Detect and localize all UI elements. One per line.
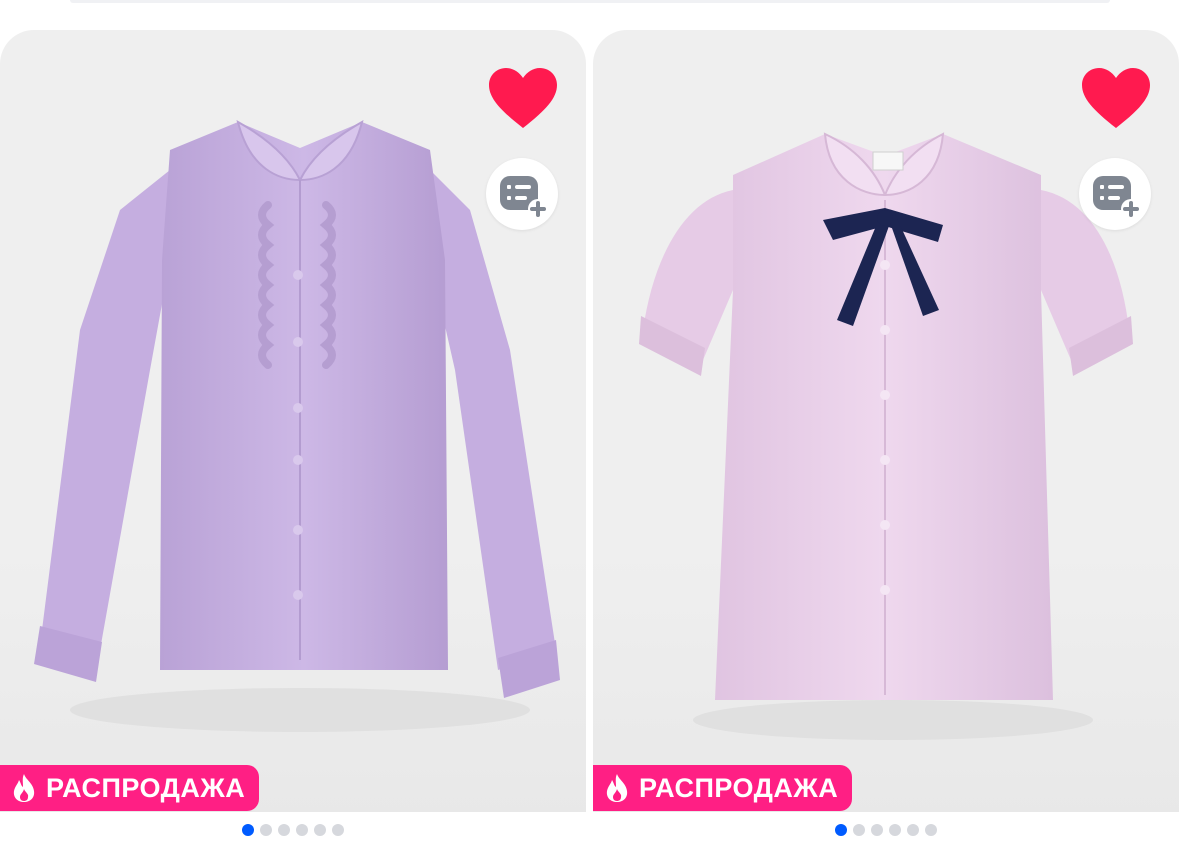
- gallery-dot[interactable]: [332, 824, 344, 836]
- top-divider: [70, 0, 1110, 3]
- gallery-dot[interactable]: [925, 824, 937, 836]
- heart-icon: [489, 68, 557, 128]
- shirt-image-long-sleeve: [34, 119, 560, 732]
- gallery-dot[interactable]: [296, 824, 308, 836]
- sale-label: РАСПРОДАЖА: [46, 773, 246, 803]
- product-card-2[interactable]: РАСПРОДАЖА: [593, 30, 1179, 849]
- product-image-2[interactable]: РАСПРОДАЖА: [593, 30, 1179, 812]
- heart-icon: [1082, 68, 1150, 128]
- compare-add-icon: [500, 176, 548, 219]
- compare-button[interactable]: [1079, 158, 1151, 230]
- product-image-1[interactable]: РАСПРОДАЖА: [0, 30, 586, 812]
- flame-icon: [13, 774, 35, 802]
- sale-label: РАСПРОДАЖА: [639, 773, 839, 803]
- gallery-dots[interactable]: [0, 824, 586, 836]
- favorite-button[interactable]: [1079, 66, 1153, 132]
- shirt-image-short-sleeve: [639, 132, 1133, 740]
- gallery-dot[interactable]: [871, 824, 883, 836]
- product-card-1[interactable]: РАСПРОДАЖА: [0, 30, 586, 849]
- product-grid: РАСПРОДАЖА РАСПРОДАЖА: [0, 0, 1179, 849]
- gallery-dots[interactable]: [593, 824, 1179, 836]
- compare-button[interactable]: [486, 158, 558, 230]
- flame-icon: [606, 774, 628, 802]
- compare-add-icon: [1093, 176, 1141, 219]
- sale-badge: РАСПРОДАЖА: [0, 765, 260, 811]
- sale-badge: РАСПРОДАЖА: [593, 765, 853, 811]
- gallery-dot[interactable]: [907, 824, 919, 836]
- gallery-dot[interactable]: [260, 824, 272, 836]
- gallery-dot[interactable]: [853, 824, 865, 836]
- gallery-dot[interactable]: [889, 824, 901, 836]
- gallery-dot[interactable]: [314, 824, 326, 836]
- gallery-dot-active[interactable]: [242, 824, 254, 836]
- gallery-dot-active[interactable]: [835, 824, 847, 836]
- gallery-dot[interactable]: [278, 824, 290, 836]
- favorite-button[interactable]: [486, 66, 560, 132]
